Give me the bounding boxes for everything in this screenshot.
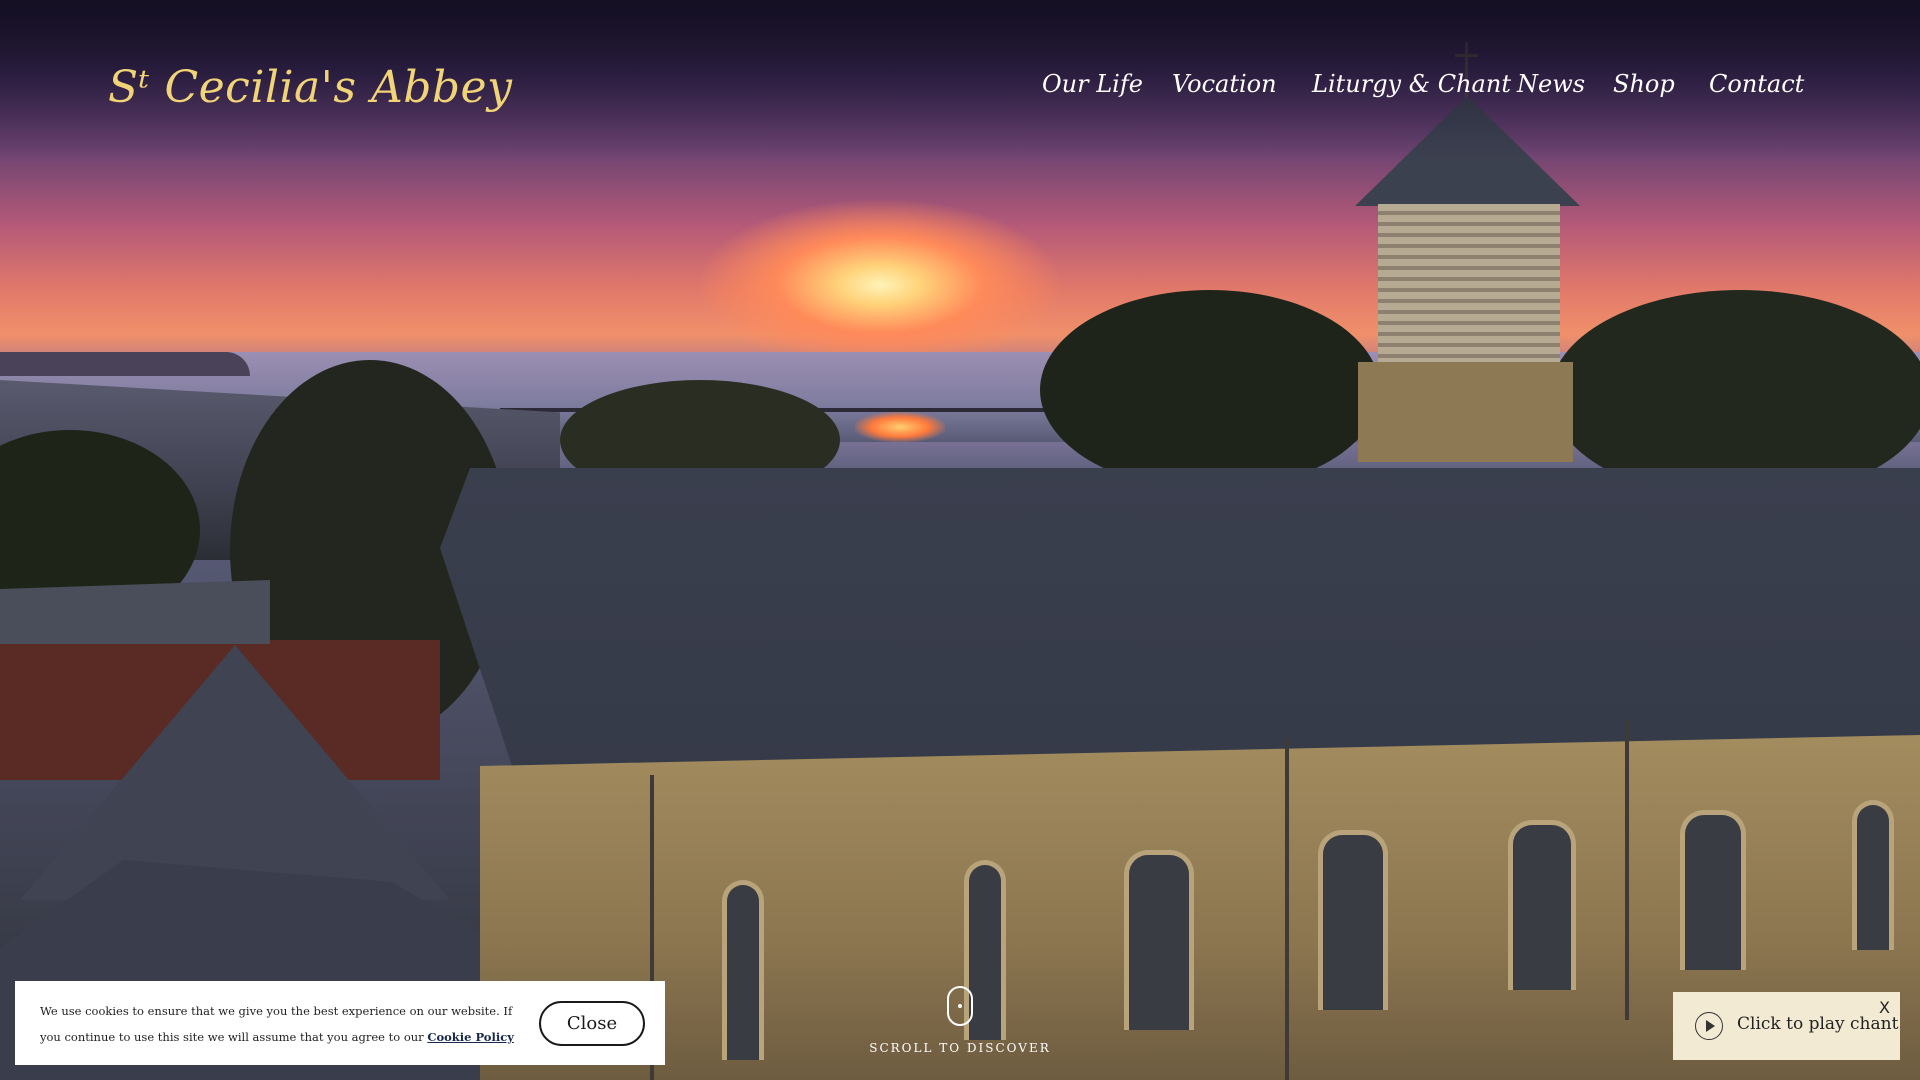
cookie-banner: We use cookies to ensure that we give yo…	[15, 981, 665, 1065]
scroll-label: SCROLL TO DISCOVER	[869, 1041, 1051, 1055]
chant-close-button[interactable]: X	[1879, 998, 1890, 1017]
drain-pipe	[1625, 720, 1629, 1020]
main-nav: Our Life Vocation Liturgy & Chant News S…	[1000, 70, 1804, 110]
chant-player[interactable]: Click to play chant X	[1673, 992, 1900, 1060]
church-window	[1124, 850, 1194, 1030]
church-window	[722, 880, 764, 1060]
bell-tower-louvres	[1378, 204, 1560, 364]
church-window	[1508, 820, 1576, 990]
site-logo[interactable]: Sᵗ Cecilia's Abbey	[108, 62, 512, 113]
church-window	[1852, 800, 1894, 950]
cookie-close-button[interactable]: Close	[539, 1001, 645, 1046]
setting-sun	[700, 200, 1060, 370]
cookie-policy-link[interactable]: Cookie Policy	[427, 1030, 514, 1044]
play-circle-icon[interactable]	[1695, 1012, 1723, 1040]
cookie-message: We use cookies to ensure that we give yo…	[40, 998, 520, 1050]
drain-pipe	[1285, 738, 1289, 1080]
mouse-wheel-dot	[958, 1004, 962, 1008]
nav-news[interactable]: News	[1517, 70, 1585, 98]
sun-reflection	[855, 412, 945, 442]
nav-contact[interactable]: Contact	[1709, 70, 1804, 98]
nav-vocation[interactable]: Vocation	[1172, 70, 1277, 98]
hero-background	[0, 0, 1920, 1080]
church-window	[1318, 830, 1388, 1010]
tree	[1040, 290, 1380, 490]
nav-our-life[interactable]: Our Life	[1042, 70, 1143, 98]
bell-tower-base	[1358, 362, 1573, 462]
church-window	[1680, 810, 1746, 970]
nav-liturgy-chant[interactable]: Liturgy & Chant	[1312, 70, 1511, 98]
mouse-scroll-icon	[947, 986, 973, 1026]
side-roof	[0, 580, 270, 644]
chant-label[interactable]: Click to play chant	[1737, 1014, 1898, 1034]
nav-shop[interactable]: Shop	[1613, 70, 1675, 98]
distant-headland	[0, 352, 250, 376]
